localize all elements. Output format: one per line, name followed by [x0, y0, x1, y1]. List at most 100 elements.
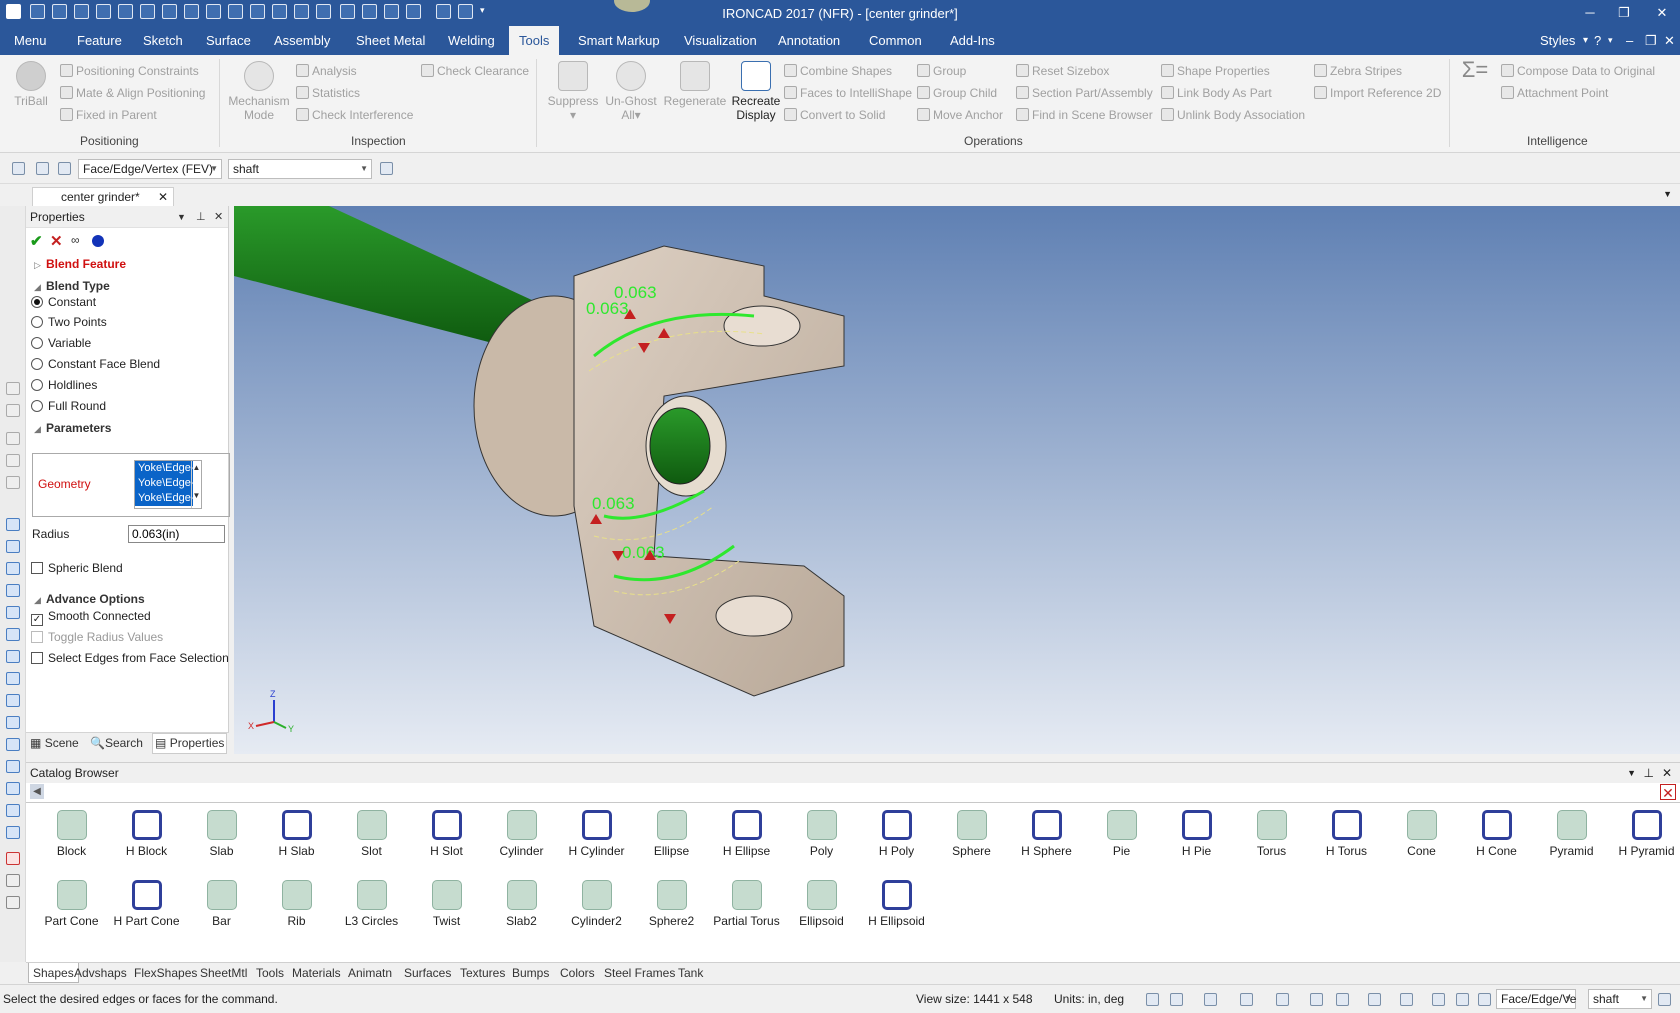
status-filter-dropdown[interactable]: Face/Edge/Ve ▼: [1496, 989, 1576, 1009]
radio-constant[interactable]: Constant: [31, 295, 96, 309]
zoom-in-icon[interactable]: [1170, 993, 1183, 1006]
hierarchy-icon[interactable]: [380, 162, 393, 175]
catalog-shape-pie[interactable]: Pie: [1084, 805, 1159, 871]
select-arrow-icon[interactable]: [1456, 993, 1469, 1006]
tab-scene[interactable]: ▦ Scene: [30, 736, 79, 750]
move-icon[interactable]: [1432, 993, 1445, 1006]
catalog-shape-h-torus[interactable]: H Torus: [1309, 805, 1384, 871]
geometry-scrollbar[interactable]: ▲ ▼: [191, 461, 201, 508]
dimension-label[interactable]: 0.063: [622, 543, 665, 562]
catalog-shape-h-pyramid[interactable]: H Pyramid: [1609, 805, 1680, 871]
scene-canvas[interactable]: 0.063 0.063 0.063 0.063 Z X Y: [234, 206, 1680, 754]
catalog-shape-cylinder2[interactable]: Cylinder2: [559, 875, 634, 941]
catalog-shape-h-cylinder[interactable]: H Cylinder: [559, 805, 634, 871]
group-button[interactable]: Group: [917, 62, 966, 80]
tab-menu[interactable]: Menu: [4, 26, 57, 55]
catalog-shape-pyramid[interactable]: Pyramid: [1534, 805, 1609, 871]
catalog-shape-ellipsoid[interactable]: Ellipsoid: [784, 875, 859, 941]
display-mode-icon[interactable]: [1400, 993, 1413, 1006]
catalog-shape-torus[interactable]: Torus: [1234, 805, 1309, 871]
mechanism-mode-button[interactable]: Mechanism Mode: [226, 61, 292, 122]
catalog-tab-surfaces[interactable]: Surfaces: [404, 966, 451, 980]
catalog-shape-ellipse[interactable]: Ellipse: [634, 805, 709, 871]
pin[interactable]: [649, 407, 711, 485]
catalog-shape-rib[interactable]: Rib: [259, 875, 334, 941]
regenerate-button[interactable]: Regenerate: [662, 61, 728, 108]
ok-check-icon[interactable]: ✔: [30, 232, 43, 250]
view-icon[interactable]: [6, 672, 20, 685]
view-icon[interactable]: [6, 650, 20, 663]
catalog-shape-h-ellipse[interactable]: H Ellipse: [709, 805, 784, 871]
close-panel-icon[interactable]: ✕: [214, 206, 223, 228]
catalog-shape-partial-torus[interactable]: Partial Torus: [709, 875, 784, 941]
unlink-body-association-button[interactable]: Unlink Body Association: [1161, 106, 1305, 124]
radio-holdlines[interactable]: Holdlines: [31, 378, 97, 392]
dimension-label[interactable]: 0.063: [586, 299, 629, 318]
parameters-header[interactable]: ◢ Parameters: [34, 421, 111, 435]
view-icon[interactable]: [6, 606, 20, 619]
tab-common[interactable]: Common: [859, 26, 932, 55]
check-clearance-button[interactable]: Check Clearance: [421, 62, 529, 80]
list-item[interactable]: Yoke\Edge-: [135, 461, 193, 476]
check-interference-button[interactable]: Check Interference: [296, 106, 413, 124]
tab-list-icon[interactable]: ▼: [1663, 189, 1672, 199]
part-selector-dropdown[interactable]: shaft ▼: [228, 159, 372, 179]
panel-menu-icon[interactable]: ▼: [177, 206, 186, 228]
radio-full-round[interactable]: Full Round: [31, 399, 106, 413]
zebra-stripes-button[interactable]: Zebra Stripes: [1314, 62, 1402, 80]
blend-type-header[interactable]: ◢ Blend Type: [34, 279, 110, 293]
import-reference-2d-button[interactable]: Import Reference 2D: [1314, 84, 1441, 102]
catalog-tab-steel-frames[interactable]: Steel Frames: [604, 966, 675, 980]
catalog-tab-colors[interactable]: Colors: [560, 966, 595, 980]
spin-icon[interactable]: [1276, 993, 1289, 1006]
selection-mode-icon[interactable]: [12, 162, 25, 175]
catalog-shape-sphere[interactable]: Sphere: [934, 805, 1009, 871]
tab-surface[interactable]: Surface: [196, 26, 261, 55]
tool-icon[interactable]: [6, 432, 20, 445]
catalog-shape-h-poly[interactable]: H Poly: [859, 805, 934, 871]
tool-icon[interactable]: [6, 454, 20, 467]
tab-assembly[interactable]: Assembly: [264, 26, 340, 55]
geometry-list[interactable]: Yoke\Edge- Yoke\Edge- Yoke\Edge- ▲ ▼: [134, 460, 202, 509]
view-icon[interactable]: [6, 562, 20, 575]
view-icon[interactable]: [6, 628, 20, 641]
tab-feature[interactable]: Feature: [67, 26, 132, 55]
catalog-shape-cone[interactable]: Cone: [1384, 805, 1459, 871]
tab-search[interactable]: 🔍Search: [90, 736, 143, 750]
tab-annotation[interactable]: Annotation: [768, 26, 850, 55]
tool-icon[interactable]: [6, 476, 20, 489]
tab-smart-markup[interactable]: Smart Markup: [568, 26, 670, 55]
styles-dropdown-icon[interactable]: ▾: [1583, 26, 1588, 55]
tab-visualization[interactable]: Visualization: [674, 26, 767, 55]
catalog-shape-h-slot[interactable]: H Slot: [409, 805, 484, 871]
selection-filter-dropdown[interactable]: Face/Edge/Vertex (FEV) ▼: [78, 159, 222, 179]
catalog-shape-cylinder[interactable]: Cylinder: [484, 805, 559, 871]
catalog-shape-block[interactable]: Block: [34, 805, 109, 871]
catalog-tab-animatn[interactable]: Animatn: [348, 966, 392, 980]
catalog-tab-advshaps[interactable]: Advshaps: [74, 966, 127, 980]
close-tab-icon[interactable]: ✕: [158, 188, 168, 206]
catalog-shape-h-ellipsoid[interactable]: H Ellipsoid: [859, 875, 934, 941]
catalog-shape-twist[interactable]: Twist: [409, 875, 484, 941]
shape-properties-button[interactable]: Shape Properties: [1161, 62, 1270, 80]
catalog-shape-h-cone[interactable]: H Cone: [1459, 805, 1534, 871]
link-body-as-part-button[interactable]: Link Body As Part: [1161, 84, 1272, 102]
close-button[interactable]: ✕: [1642, 2, 1680, 24]
shading-icon[interactable]: [1310, 993, 1323, 1006]
faces-to-intellishape-button[interactable]: Faces to IntelliShape: [784, 84, 912, 102]
sigma-icon[interactable]: Σ=: [1458, 59, 1492, 81]
3d-viewport[interactable]: 0.063 0.063 0.063 0.063 Z X Y: [234, 206, 1680, 754]
radius-input[interactable]: [128, 525, 225, 543]
camera-icon[interactable]: [1240, 993, 1253, 1006]
help-menu-icon[interactable]: ?: [1594, 26, 1601, 55]
catalog-tab-tools[interactable]: Tools: [256, 966, 284, 980]
view-icon[interactable]: [6, 738, 20, 751]
move-anchor-button[interactable]: Move Anchor: [917, 106, 1003, 124]
close-catalog-x-icon[interactable]: ✕: [1660, 784, 1676, 801]
unghost-all-button[interactable]: Un-Ghost All▾: [603, 61, 659, 122]
view-icon[interactable]: [6, 716, 20, 729]
help-dot-icon[interactable]: [92, 235, 104, 247]
suppress-button[interactable]: Suppress ▾: [546, 61, 600, 122]
restore-button[interactable]: ❐: [1604, 2, 1644, 24]
catalog-shape-slab2[interactable]: Slab2: [484, 875, 559, 941]
